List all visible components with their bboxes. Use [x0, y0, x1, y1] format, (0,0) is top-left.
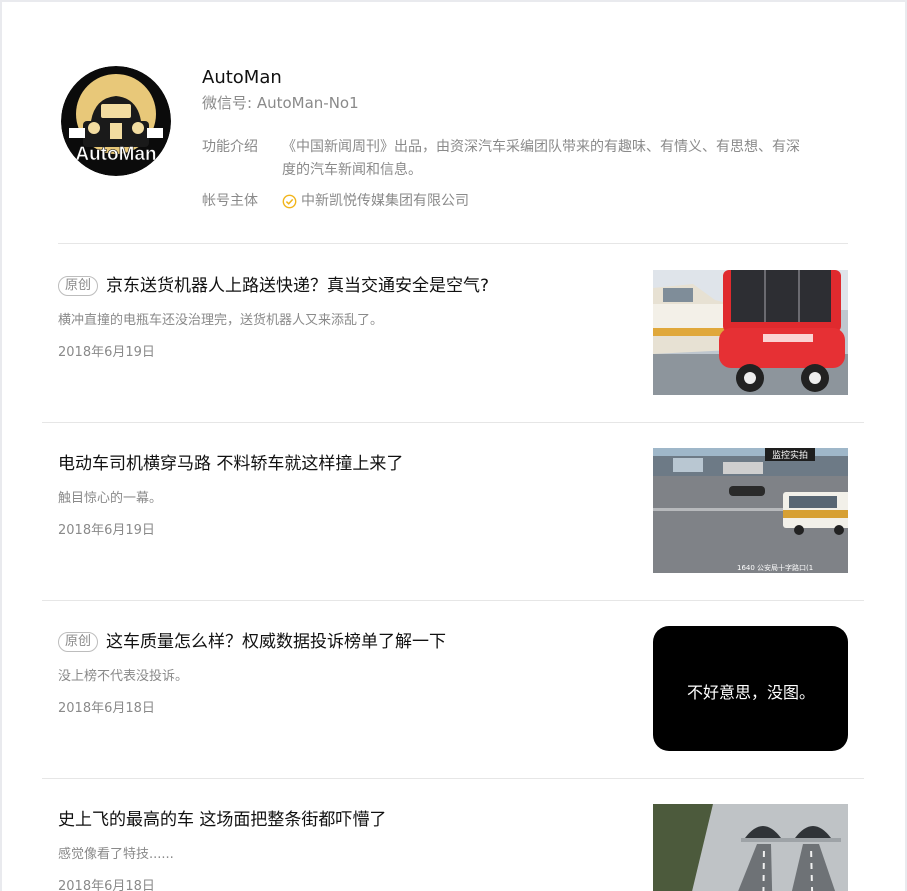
article-date: 2018年6月18日: [58, 879, 155, 891]
wechat-id: 微信号: AutoMan-No1: [202, 94, 359, 112]
article-description: 感觉像看了特技......: [58, 847, 174, 862]
thumb-caption: 1640 公安局十字路口(1: [737, 563, 813, 572]
original-tag: 原创: [58, 276, 99, 296]
article-thumbnail[interactable]: 不好意思，没图。: [653, 626, 848, 751]
owner-label: 帐号主体: [202, 193, 258, 209]
article-separator: [42, 422, 864, 423]
verified-icon: [282, 194, 297, 209]
article-separator: [42, 778, 864, 779]
intro-row: 功能介绍 《中国新闻周刊》出品，由资深汽车采编团队带来的有趣味、有情义、有思想、…: [202, 136, 852, 182]
article-item[interactable]: 原创 这车质量怎么样？权威数据投诉榜单了解一下 没上榜不代表没投诉。 2018年6…: [58, 626, 848, 752]
profile-divider: [58, 243, 848, 244]
account-avatar[interactable]: AutoMan: [61, 66, 171, 176]
article-title[interactable]: 史上飞的最高的车 这场面把整条街都吓懵了: [58, 810, 386, 830]
page: AutoMan AutoMan 微信号: AutoMan-No1 功能介绍 《中…: [2, 2, 905, 891]
article-date: 2018年6月19日: [58, 345, 155, 360]
article-title-line[interactable]: 史上飞的最高的车 这场面把整条街都吓懵了: [58, 808, 628, 832]
article-description: 触目惊心的一幕。: [58, 491, 163, 506]
owner-name: 中新凯悦传媒集团有限公司: [301, 193, 469, 209]
article-description: 没上榜不代表没投诉。: [58, 669, 189, 684]
article-title-line[interactable]: 电动车司机横穿马路 不料轿车就这样撞上来了: [58, 452, 628, 476]
owner-row: 帐号主体 中新凯悦传媒集团有限公司: [202, 190, 852, 213]
article-title-line[interactable]: 原创 京东送货机器人上路送快递？真当交通安全是空气?: [58, 274, 628, 298]
article-thumbnail[interactable]: [653, 270, 848, 395]
article-item[interactable]: 原创 京东送货机器人上路送快递？真当交通安全是空气? 横冲直撞的电瓶车还没治理完，…: [58, 270, 848, 396]
avatar-logo-text: AutoMan: [75, 144, 156, 165]
article-thumbnail[interactable]: [653, 804, 848, 891]
article-item[interactable]: 电动车司机横穿马路 不料轿车就这样撞上来了 触目惊心的一幕。 2018年6月19…: [58, 448, 848, 574]
article-thumbnail[interactable]: 监控实拍 1640 公安局十字路口(1: [653, 448, 848, 573]
original-tag: 原创: [58, 632, 99, 652]
article-date: 2018年6月19日: [58, 523, 155, 538]
owner-entity: 中新凯悦传媒集团有限公司: [282, 190, 469, 213]
article-date: 2018年6月18日: [58, 701, 155, 716]
intro-text-line1: 《中国新闻周刊》出品，由资深汽车采编团队带来的有趣味、有情义、有思想、有深: [282, 139, 800, 155]
article-separator: [42, 600, 864, 601]
article-description: 横冲直撞的电瓶车还没治理完，送货机器人又来添乱了。: [58, 313, 384, 328]
account-name: AutoMan: [202, 67, 282, 88]
intro-label: 功能介绍: [202, 139, 258, 155]
intro-text-line2: 度的汽车新闻和信息。: [282, 162, 422, 178]
article-title-line[interactable]: 原创 这车质量怎么样？权威数据投诉榜单了解一下: [58, 630, 628, 654]
thumb-label: 监控实拍: [772, 449, 808, 461]
article-title[interactable]: 京东送货机器人上路送快递？真当交通安全是空气?: [106, 276, 489, 296]
account-profile: AutoMan AutoMan 微信号: AutoMan-No1 功能介绍 《中…: [58, 66, 858, 226]
thumb-no-image-text: 不好意思，没图。: [687, 683, 815, 702]
article-title[interactable]: 电动车司机横穿马路 不料轿车就这样撞上来了: [58, 454, 403, 474]
account-info: AutoMan 微信号: AutoMan-No1 功能介绍 《中国新闻周刊》出品…: [202, 66, 852, 213]
intro-text: 《中国新闻周刊》出品，由资深汽车采编团队带来的有趣味、有情义、有思想、有深 度的…: [282, 136, 800, 182]
article-item[interactable]: 史上飞的最高的车 这场面把整条街都吓懵了 感觉像看了特技...... 2018年…: [58, 804, 848, 891]
article-title[interactable]: 这车质量怎么样？权威数据投诉榜单了解一下: [106, 632, 446, 652]
